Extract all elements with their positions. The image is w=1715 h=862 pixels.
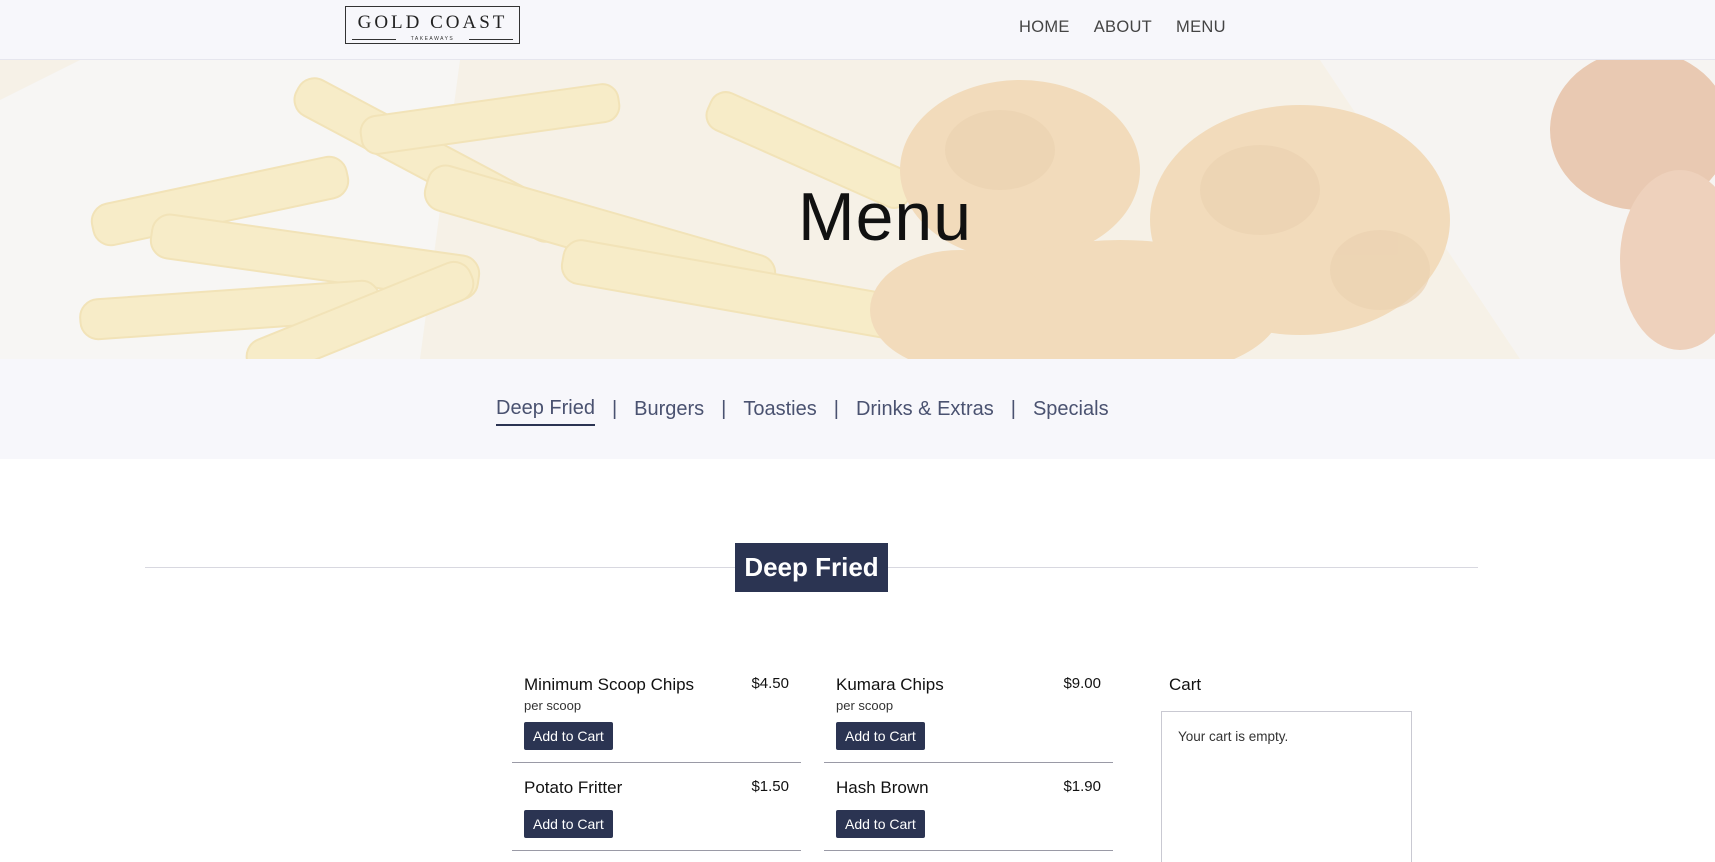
tab-toasties[interactable]: Toasties: [743, 398, 816, 425]
item-note: per scoop: [524, 698, 582, 713]
category-bar: Deep Fried | Burgers | Toasties | Drinks…: [0, 359, 1715, 459]
tab-specials[interactable]: Specials: [1033, 398, 1109, 425]
cart-empty-message: Your cart is empty.: [1178, 729, 1289, 744]
add-to-cart-button[interactable]: Add to Cart: [524, 810, 613, 838]
add-to-cart-button[interactable]: Add to Cart: [524, 722, 613, 750]
menu-item: Minimum Scoop Chips $4.50 per scoop Add …: [512, 675, 801, 763]
item-price: $1.50: [751, 778, 789, 795]
tab-deep-fried[interactable]: Deep Fried: [496, 397, 595, 426]
nav-menu-link[interactable]: MENU: [1176, 18, 1226, 37]
item-price: $1.90: [1063, 778, 1101, 795]
cart-title: Cart: [1169, 675, 1202, 694]
main-nav: HOME ABOUT MENU: [1019, 18, 1226, 37]
tab-drinks-extras[interactable]: Drinks & Extras: [856, 398, 994, 425]
nav-home-link[interactable]: HOME: [1019, 18, 1070, 37]
nav-about-link[interactable]: ABOUT: [1094, 18, 1152, 37]
tab-separator: |: [1010, 398, 1016, 420]
add-to-cart-button[interactable]: Add to Cart: [836, 722, 925, 750]
item-note: per scoop: [836, 698, 894, 713]
hero-banner: Menu: [0, 60, 1715, 359]
menu-item: Hash Brown $1.90 Add to Cart: [824, 778, 1113, 851]
tab-separator: |: [611, 398, 618, 420]
category-tabs: Deep Fried | Burgers | Toasties | Drinks…: [496, 397, 1109, 426]
item-name: Minimum Scoop Chips: [524, 675, 695, 694]
section-title: Deep Fried: [735, 543, 888, 592]
item-price: $4.50: [751, 675, 789, 692]
site-header: GOLD COAST TAKEAWAYS HOME ABOUT MENU: [0, 0, 1715, 60]
logo-main-text: GOLD COAST: [357, 12, 508, 33]
menu-item: Potato Fritter $1.50 Add to Cart: [512, 778, 801, 851]
logo-divider: [469, 39, 513, 40]
item-name: Kumara Chips: [836, 675, 944, 694]
tab-separator: |: [721, 398, 727, 420]
menu-item: Kumara Chips $9.00 per scoop Add to Cart: [824, 675, 1113, 763]
item-name: Potato Fritter: [524, 778, 623, 797]
item-price: $9.00: [1063, 675, 1101, 692]
cart-panel: Your cart is empty.: [1161, 711, 1412, 862]
page-title: Menu: [797, 179, 973, 255]
tab-burgers[interactable]: Burgers: [634, 398, 704, 425]
tab-separator: |: [833, 398, 839, 420]
add-to-cart-button[interactable]: Add to Cart: [836, 810, 925, 838]
item-name: Hash Brown: [836, 778, 929, 797]
site-logo[interactable]: GOLD COAST TAKEAWAYS: [345, 6, 520, 44]
